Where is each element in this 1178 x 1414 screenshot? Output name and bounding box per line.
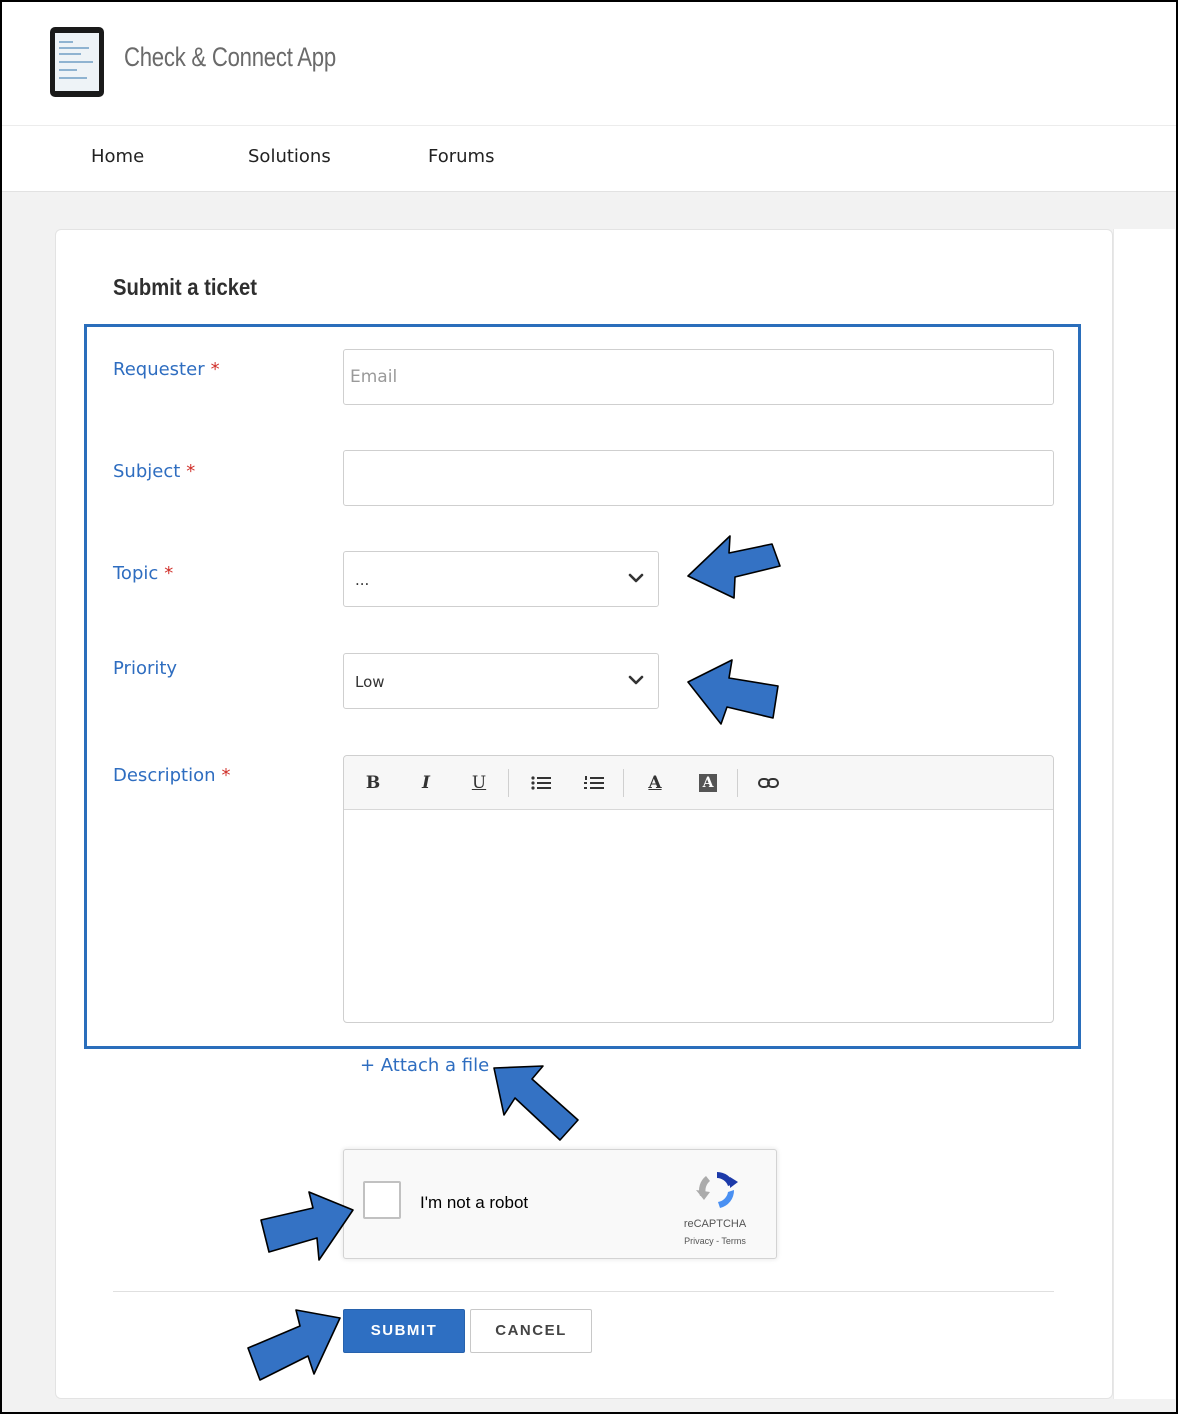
side-panel (1113, 229, 1175, 1399)
submit-button[interactable]: SUBMIT (343, 1309, 465, 1353)
page-title: Submit a ticket (113, 274, 257, 300)
annotation-arrow-priority (687, 659, 779, 725)
annotation-arrow-attach (493, 1065, 579, 1141)
form-divider (113, 1291, 1054, 1292)
recaptcha-widget: I'm not a robot reCAPTCHA Privacy - Term… (343, 1149, 777, 1259)
main-nav: Home Solutions Forums (2, 126, 1176, 192)
form-highlight-box (84, 324, 1081, 1049)
annotation-arrow-captcha (260, 1191, 354, 1261)
recaptcha-logo-icon (696, 1172, 738, 1208)
nav-home[interactable]: Home (91, 146, 144, 167)
app-title: Check & Connect App (124, 42, 336, 72)
nav-solutions[interactable]: Solutions (248, 146, 331, 167)
annotation-arrow-topic (687, 535, 781, 599)
recaptcha-brand: reCAPTCHA (683, 1218, 747, 1230)
recaptcha-checkbox[interactable] (363, 1181, 401, 1219)
attach-file-link[interactable]: + Attach a file (360, 1055, 489, 1076)
site-header: Check & Connect App (2, 2, 1176, 126)
nav-forums[interactable]: Forums (428, 146, 494, 167)
recaptcha-label: I'm not a robot (420, 1193, 529, 1212)
cancel-button[interactable]: CANCEL (470, 1309, 592, 1353)
app-logo[interactable] (50, 27, 104, 97)
annotation-arrow-submit (247, 1309, 341, 1381)
recaptcha-privacy-terms[interactable]: Privacy - Terms (670, 1236, 760, 1246)
